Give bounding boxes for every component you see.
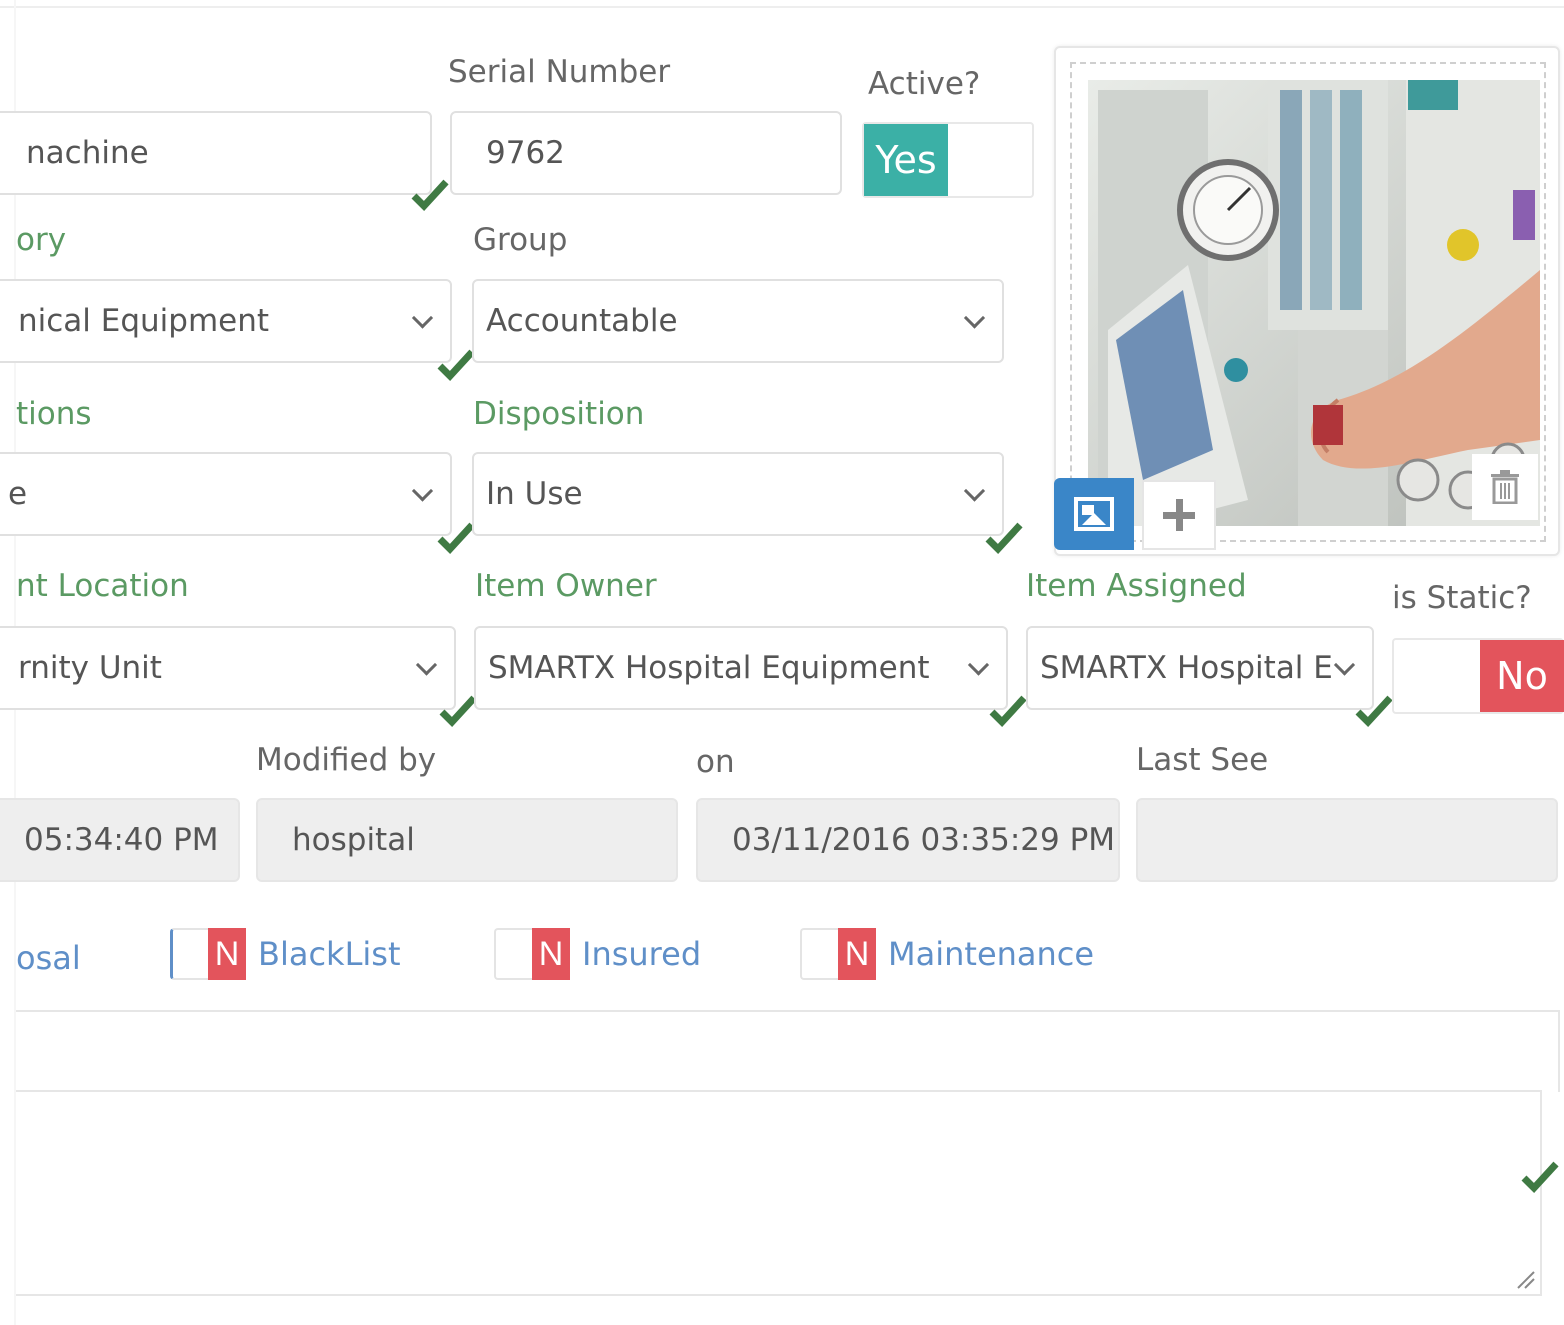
valid-check-icon — [988, 690, 1028, 730]
insured-flag[interactable]: N Insured — [494, 926, 701, 982]
valid-check-icon — [438, 690, 478, 730]
location-value: rnity Unit — [18, 650, 162, 686]
trash-icon[interactable] — [1472, 454, 1538, 520]
is-static-no-button[interactable]: No — [1480, 640, 1564, 712]
name-input[interactable]: nachine — [0, 111, 432, 195]
valid-check-icon — [984, 517, 1024, 557]
modified-by-label: Modified by — [256, 742, 437, 778]
modified-by-field: hospital — [256, 798, 678, 882]
valid-check-icon — [436, 517, 476, 557]
group-label: Group — [473, 222, 568, 258]
serial-number-input[interactable]: 9762 — [450, 111, 842, 195]
serial-number-value: 9762 — [486, 135, 565, 171]
created-on-field: 05:34:40 PM — [0, 798, 240, 882]
disposition-label: Disposition — [473, 396, 645, 432]
image-icon[interactable] — [1054, 478, 1134, 550]
condition-value: e — [8, 476, 28, 512]
item-owner-select[interactable]: SMARTX Hospital Equipment — [474, 626, 1008, 710]
description-textarea[interactable] — [16, 1010, 1560, 1092]
plus-icon[interactable] — [1142, 480, 1216, 550]
chevron-down-icon — [963, 307, 986, 329]
modified-on-field: 03/11/2016 03:35:29 PM — [696, 798, 1120, 882]
active-yes-button[interactable]: Yes — [864, 124, 948, 196]
insured-checkbox[interactable] — [494, 928, 532, 980]
chevron-down-icon — [1333, 654, 1356, 676]
modified-on-value: 03/11/2016 03:35:29 PM — [732, 822, 1116, 858]
top-divider — [0, 6, 1564, 8]
modified-on-label: on — [696, 744, 735, 780]
chevron-down-icon — [415, 654, 438, 676]
maintenance-state-badge[interactable]: N — [838, 928, 876, 980]
category-label: ory — [16, 222, 67, 258]
active-label: Active? — [868, 66, 981, 102]
maintenance-checkbox[interactable] — [800, 928, 838, 980]
group-value: Accountable — [486, 303, 678, 339]
last-seen-label: Last See — [1136, 742, 1269, 778]
item-assigned-value: SMARTX Hospital E — [1040, 650, 1333, 686]
name-value: nachine — [26, 135, 149, 171]
active-toggle[interactable]: Yes — [862, 122, 1034, 198]
insured-label: Insured — [582, 935, 702, 973]
maintenance-label: Maintenance — [888, 935, 1095, 973]
valid-check-icon — [1520, 1156, 1560, 1196]
last-seen-field — [1136, 798, 1558, 882]
is-static-label: is Static? — [1392, 580, 1532, 616]
disposition-select[interactable]: In Use — [472, 452, 1004, 536]
disposition-value: In Use — [486, 476, 583, 512]
image-panel — [1054, 46, 1560, 556]
disposal-flag-label: osal — [16, 939, 81, 977]
chevron-down-icon — [967, 654, 990, 676]
item-assigned-label: Item Assigned — [1026, 568, 1247, 604]
modified-by-value: hospital — [292, 822, 415, 858]
is-static-toggle[interactable]: No — [1392, 638, 1564, 714]
blacklist-flag[interactable]: N BlackList — [170, 926, 401, 982]
valid-check-icon — [436, 344, 476, 384]
category-value: nical Equipment — [18, 303, 270, 339]
created-on-value: 05:34:40 PM — [24, 822, 219, 858]
group-select[interactable]: Accountable — [472, 279, 1004, 363]
serial-number-label: Serial Number — [448, 54, 671, 90]
chevron-down-icon — [963, 480, 986, 502]
location-select[interactable]: rnity Unit — [0, 626, 456, 710]
chevron-down-icon — [411, 480, 434, 502]
item-assigned-select[interactable]: SMARTX Hospital E — [1026, 626, 1374, 710]
valid-check-icon — [410, 174, 450, 214]
blacklist-label: BlackList — [258, 935, 401, 973]
item-owner-label: Item Owner — [475, 568, 657, 604]
condition-select[interactable]: e — [0, 452, 452, 536]
resize-handle-icon[interactable] — [1514, 1268, 1536, 1290]
blacklist-state-badge[interactable]: N — [208, 928, 246, 980]
blacklist-checkbox[interactable] — [170, 928, 208, 980]
maintenance-flag[interactable]: N Maintenance — [800, 926, 1094, 982]
category-select[interactable]: nical Equipment — [0, 279, 452, 363]
conditions-label: tions — [16, 396, 92, 432]
valid-check-icon — [1354, 690, 1394, 730]
disposal-flag[interactable]: osal — [16, 930, 81, 986]
notes-textarea[interactable] — [16, 1090, 1542, 1296]
location-label: nt Location — [16, 568, 189, 604]
item-owner-value: SMARTX Hospital Equipment — [488, 650, 930, 686]
insured-state-badge[interactable]: N — [532, 928, 570, 980]
chevron-down-icon — [411, 307, 434, 329]
